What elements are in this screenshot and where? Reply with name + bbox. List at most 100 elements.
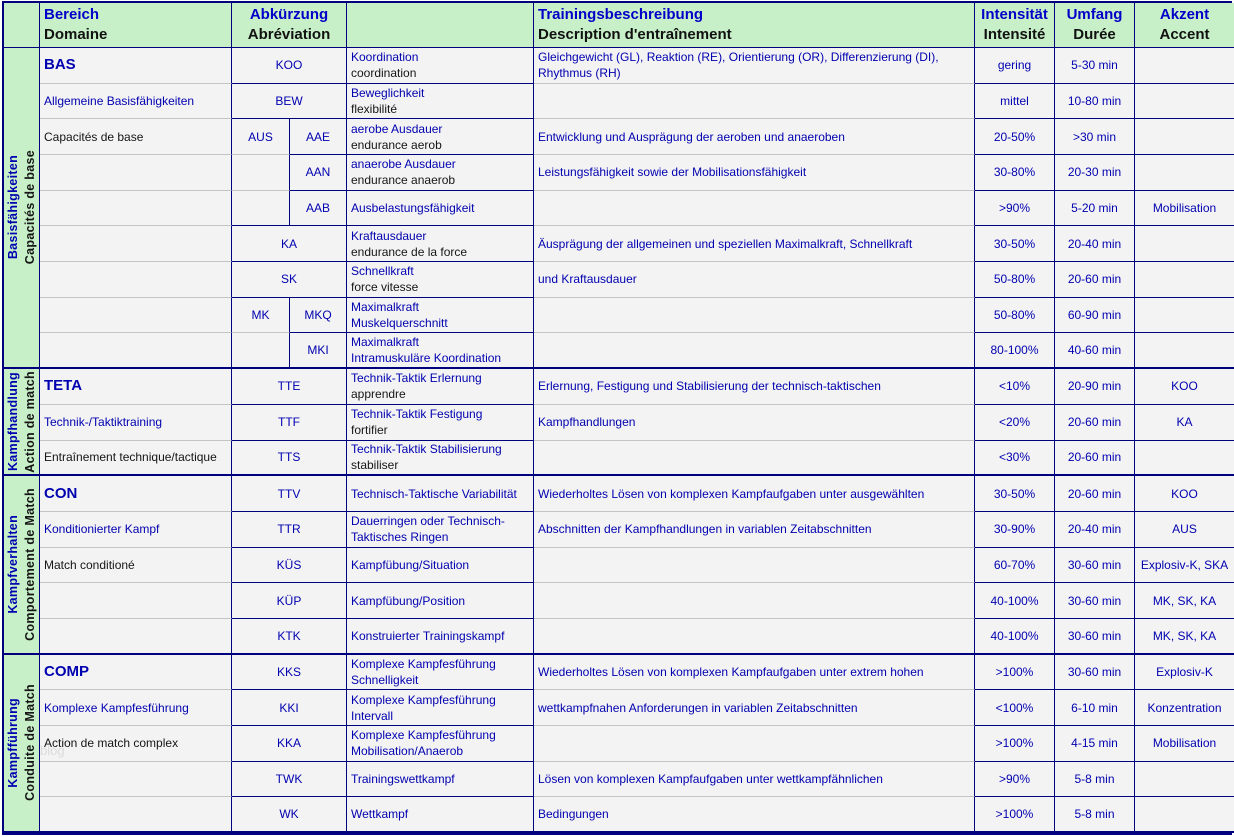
abbr-right-cell: MKQ [290, 297, 347, 334]
intensity-cell: 40-100% [975, 618, 1055, 655]
intensity-cell: 20-50% [975, 119, 1055, 156]
description-cell: Kampfhandlungen [534, 404, 975, 441]
intensity-cell: 30-50% [975, 476, 1055, 512]
description-cell: Erlernung, Festigung und Stabilisierung … [534, 369, 975, 405]
header-description: Trainingsbeschreibung Description d'entr… [534, 3, 975, 48]
intensity-cell: >100% [975, 725, 1055, 762]
volume-cell: 20-40 min [1055, 511, 1135, 548]
accent-cell [1135, 297, 1234, 334]
intensity-cell: mittel [975, 83, 1055, 120]
domain-cell: Konditionierter Kampf [40, 511, 232, 548]
volume-cell: 20-40 min [1055, 226, 1135, 263]
abbr-cell: TWK [232, 761, 347, 798]
domain-cell: Match conditioné [40, 547, 232, 584]
description-cell: wettkampfnahen Anforderungen in variable… [534, 690, 975, 726]
intensity-cell: >100% [975, 797, 1055, 833]
domain-cell [40, 297, 232, 334]
accent-cell [1135, 262, 1234, 298]
training-table: Bereich Domaine Abkürzung Abréviation Tr… [2, 1, 1234, 835]
name-cell: Technik-Taktik Festigung fortifier [347, 404, 534, 441]
abbr-cell: KKA [232, 725, 347, 762]
description-cell: Abschnitten der Kampfhandlungen in varia… [534, 511, 975, 548]
domain-cell [40, 618, 232, 655]
name-cell: Technik-Taktik Erlernung apprendre [347, 369, 534, 405]
volume-cell: 5-8 min [1055, 797, 1135, 833]
header-abbreviation: Abkürzung Abréviation [232, 3, 347, 48]
abbr-left-cell: MK [232, 297, 290, 334]
description-cell: Entwicklung und Ausprägung der aeroben u… [534, 119, 975, 156]
header-domain-de: Bereich [44, 6, 100, 23]
header-accent: Akzent Accent [1135, 3, 1234, 48]
domain-cell: Allgemeine Basisfähigkeiten [40, 83, 232, 120]
accent-cell: Explosiv-K, SKA [1135, 547, 1234, 584]
volume-cell: 5-30 min [1055, 48, 1135, 84]
accent-cell [1135, 83, 1234, 120]
intensity-cell: 50-80% [975, 297, 1055, 334]
domain-cell [40, 190, 232, 227]
volume-cell: 10-80 min [1055, 83, 1135, 120]
volume-cell: 5-20 min [1055, 190, 1135, 227]
header-volume-de: Umfang [1066, 6, 1123, 23]
accent-cell [1135, 226, 1234, 263]
header-corner-cell [4, 3, 40, 48]
training-table-grid: Bereich Domaine Abkürzung Abréviation Tr… [4, 3, 1234, 833]
accent-cell [1135, 333, 1234, 370]
description-cell: und Kraftausdauer [534, 262, 975, 298]
intensity-cell: >90% [975, 190, 1055, 227]
accent-cell: KOO [1135, 476, 1234, 512]
description-cell [534, 333, 975, 370]
volume-cell: 60-90 min [1055, 297, 1135, 334]
accent-cell: Konzentration [1135, 690, 1234, 726]
description-cell [534, 583, 975, 619]
header-description-de: Trainingsbeschreibung [538, 6, 704, 23]
domain-cell [40, 155, 232, 191]
domain-cell [40, 262, 232, 298]
accent-cell [1135, 797, 1234, 833]
accent-cell: AUS [1135, 511, 1234, 548]
header-accent-fr: Accent [1159, 26, 1210, 43]
intensity-cell: 30-80% [975, 155, 1055, 191]
abbr-right-cell: AAE [290, 119, 347, 156]
abbr-cell: BEW [232, 83, 347, 120]
description-cell [534, 547, 975, 584]
domain-cell: COMP [40, 654, 232, 691]
description-cell: Wiederholtes Lösen von komplexen Kampfau… [534, 476, 975, 512]
name-cell: Kampfübung/Position [347, 583, 534, 619]
abbr-cell: TTR [232, 511, 347, 548]
name-cell: Ausbelastungsfähigkeit [347, 190, 534, 227]
volume-cell: 20-60 min [1055, 262, 1135, 298]
section-side-label: Basisfähigkeiten Capacités de base [4, 48, 40, 370]
abbr-right-cell: AAB [290, 190, 347, 227]
intensity-cell: 80-100% [975, 333, 1055, 370]
name-cell: Schnellkraft force vitesse [347, 262, 534, 298]
name-cell: Komplexe Kampfesführung Mobilisation/Anae… [347, 725, 534, 762]
abbr-left-cell [232, 190, 290, 227]
abbr-right-cell: AAN [290, 155, 347, 191]
volume-cell: 30-60 min [1055, 583, 1135, 619]
abbr-left-cell [232, 155, 290, 191]
accent-cell [1135, 440, 1234, 477]
abbr-right-cell: MKI [290, 333, 347, 370]
abbr-cell: KA [232, 226, 347, 263]
intensity-cell: >90% [975, 761, 1055, 798]
name-cell: Technik-Taktik Stabilisierung stabiliser [347, 440, 534, 477]
abbr-cell: KÜP [232, 583, 347, 619]
abbr-left-cell [232, 333, 290, 370]
description-cell: Bedingungen [534, 797, 975, 833]
name-cell: Komplexe Kampfesführung Schnelligkeit [347, 654, 534, 691]
header-abbreviation-de: Abkürzung [249, 6, 329, 23]
accent-cell: KOO [1135, 369, 1234, 405]
abbr-left-cell: AUS [232, 119, 290, 156]
intensity-cell: 30-50% [975, 226, 1055, 263]
accent-cell: Mobilisation [1135, 725, 1234, 762]
description-cell [534, 618, 975, 655]
name-cell: Dauerringen oder Technisch- Taktisches Ri… [347, 511, 534, 548]
description-cell [534, 297, 975, 334]
abbr-cell: TTV [232, 476, 347, 512]
description-cell: Leistungsfähigkeit sowie der Mobilisatio… [534, 155, 975, 191]
name-cell: Konstruierter Trainingskampf [347, 618, 534, 655]
name-cell: Maximalkraft Muskelquerschnitt [347, 297, 534, 334]
accent-cell [1135, 155, 1234, 191]
volume-cell: 4-15 min [1055, 725, 1135, 762]
header-name-empty [347, 3, 534, 48]
